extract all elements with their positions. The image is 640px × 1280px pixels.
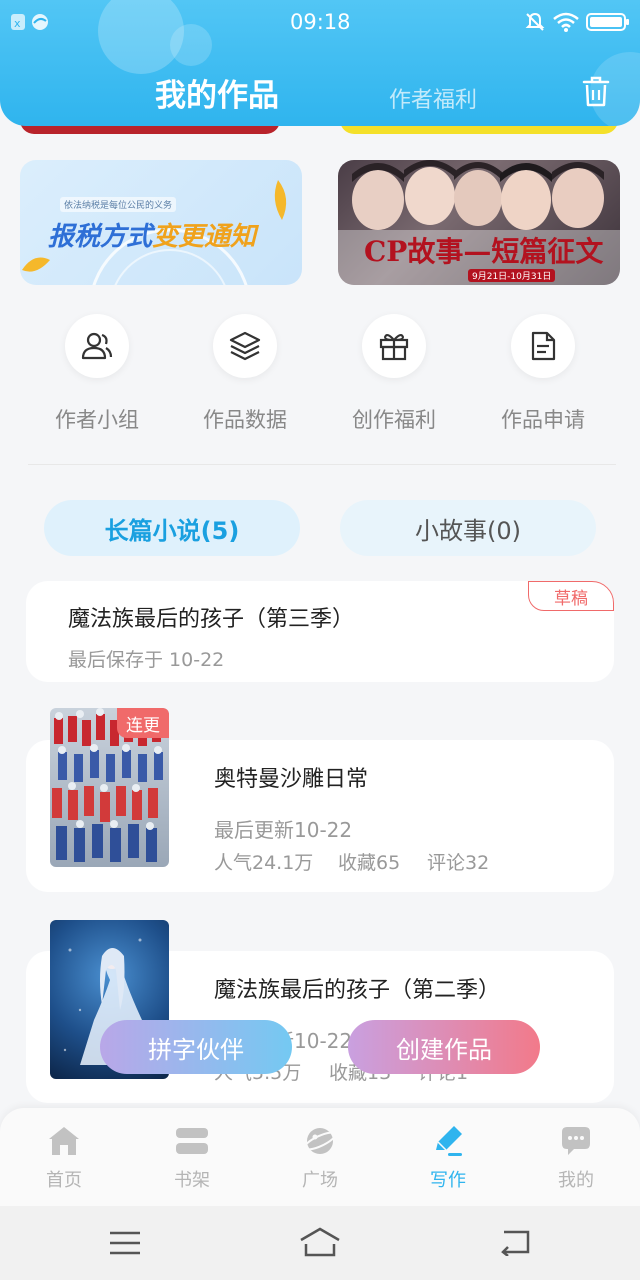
banner-main-text-2: 变更通知	[152, 222, 257, 252]
system-nav-bar	[0, 1206, 640, 1280]
layers-icon	[213, 314, 277, 378]
mute-icon	[524, 11, 546, 33]
planet-icon	[303, 1128, 337, 1154]
author-group-action[interactable]: 作者小组	[22, 314, 172, 434]
work-popularity: 人气24.1万	[214, 852, 314, 874]
draft-card[interactable]: 魔法族最后的孩子（第三季） 最后保存于 10-22 草稿	[26, 581, 614, 682]
wifi-icon	[552, 11, 580, 33]
tab-short-stories[interactable]: 小故事(0)	[340, 500, 596, 556]
bottom-nav: 首页 书架 广场 写作 我的	[0, 1108, 640, 1206]
home-button-icon[interactable]	[298, 1226, 342, 1258]
book-cover[interactable]: 连更	[50, 708, 169, 867]
work-application-label: 作品申请	[501, 408, 585, 432]
bookshelf-icon	[176, 1128, 208, 1154]
cp-story-banner[interactable]: CP故事—短篇征文 9月21日-10月31日	[338, 160, 620, 285]
nav-mine-label: 我的	[558, 1170, 594, 1191]
serializing-badge: 连更	[117, 708, 169, 738]
work-data-action[interactable]: 作品数据	[170, 314, 320, 434]
work-application-action[interactable]: 作品申请	[468, 314, 618, 434]
writing-partner-button[interactable]: 拼字伙伴	[100, 1020, 292, 1074]
divider	[28, 464, 616, 465]
tab-author-benefits[interactable]: 作者福利	[389, 82, 477, 114]
app-header: x 09:18 我的作品 作者福利	[0, 0, 640, 126]
draft-badge: 草稿	[528, 581, 614, 611]
status-time: 09:18	[290, 10, 351, 34]
work-data-label: 作品数据	[203, 408, 287, 432]
trash-icon[interactable]	[578, 76, 614, 108]
tax-notice-banner[interactable]: 依法纳税是每位公民的义务 报税方式变更通知	[20, 160, 302, 285]
menu-icon[interactable]	[108, 1230, 142, 1256]
status-app-icons: x	[10, 12, 60, 32]
banner-main-text-1: 报税方式	[48, 222, 153, 252]
back-icon[interactable]	[498, 1228, 532, 1256]
banner-cp-date: 9月21日-10月31日	[468, 269, 556, 282]
banner-small-text: 依法纳税是每位公民的义务	[60, 197, 177, 212]
home-icon	[49, 1127, 79, 1155]
pen-icon	[436, 1126, 462, 1156]
nav-home[interactable]: 首页	[0, 1124, 128, 1192]
work-title: 魔法族最后的孩子（第二季）	[214, 978, 501, 1003]
create-work-button[interactable]: 创建作品	[348, 1020, 540, 1074]
nav-bookshelf-label: 书架	[174, 1170, 210, 1191]
creation-benefits-action[interactable]: 创作福利	[319, 314, 469, 434]
work-title: 奥特曼沙雕日常	[214, 767, 369, 792]
tab-long-novels[interactable]: 长篇小说(5)	[44, 500, 300, 556]
banner-cp-title: CP故事—短篇征文	[364, 235, 604, 268]
nav-home-label: 首页	[46, 1170, 82, 1191]
work-favorites: 收藏65	[338, 852, 401, 874]
tab-my-works[interactable]: 我的作品	[155, 70, 279, 115]
creation-benefits-label: 创作福利	[352, 408, 436, 432]
nav-plaza[interactable]: 广场	[256, 1124, 384, 1192]
work-updated: 最后更新10-22	[214, 818, 353, 842]
nav-mine[interactable]: 我的	[512, 1124, 640, 1192]
document-icon	[511, 314, 575, 378]
battery-icon	[586, 12, 630, 32]
group-icon	[65, 314, 129, 378]
gift-icon	[362, 314, 426, 378]
nav-write-label: 写作	[430, 1170, 466, 1191]
draft-saved-time: 最后保存于 10-22	[68, 649, 225, 671]
draft-title: 魔法族最后的孩子（第三季）	[68, 607, 355, 632]
svg-text:x: x	[14, 17, 21, 30]
nav-write[interactable]: 写作	[384, 1124, 512, 1192]
nav-plaza-label: 广场	[302, 1170, 338, 1191]
author-group-label: 作者小组	[55, 408, 139, 432]
nav-bookshelf[interactable]: 书架	[128, 1124, 256, 1192]
work-comments: 评论32	[427, 852, 490, 874]
chat-icon	[562, 1127, 590, 1155]
